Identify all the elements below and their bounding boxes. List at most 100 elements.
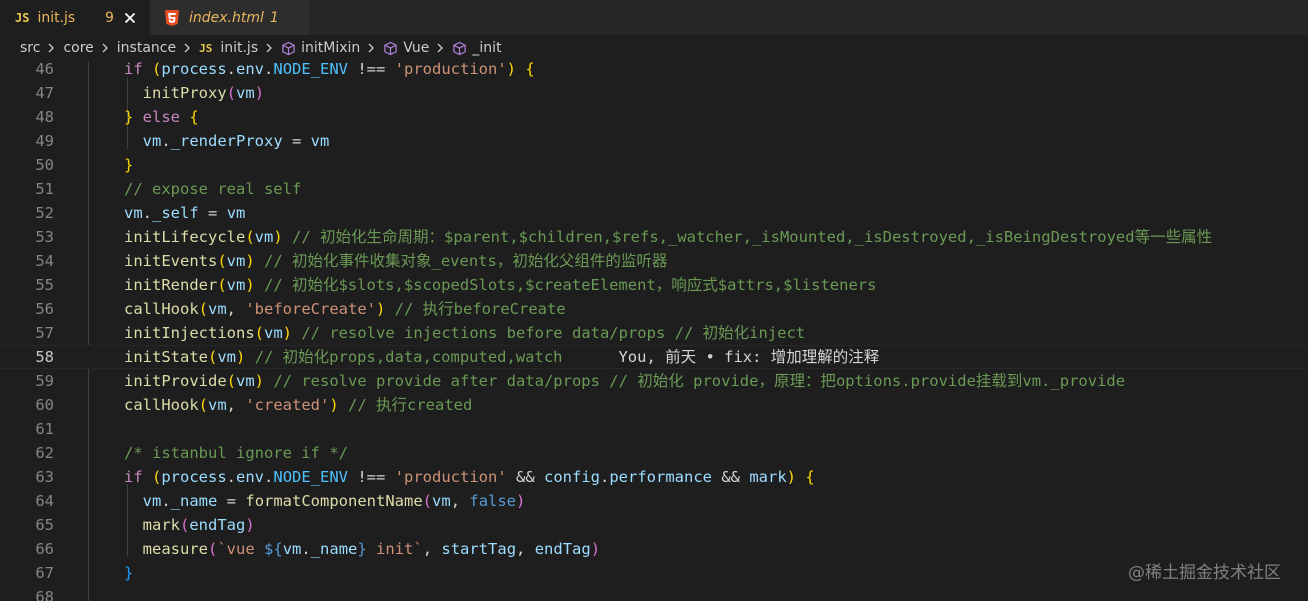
code-token: initProxy [142, 84, 227, 102]
line-code: mark(endTag) [124, 513, 255, 537]
code-token: . [161, 492, 171, 510]
code-line[interactable]: 54 initEvents(vm) // 初始化事件收集对象_events，初始化… [0, 249, 1308, 273]
code-line[interactable]: 60 callHook(vm, 'created') // 执行created [0, 393, 1308, 417]
line-number: 48 [35, 108, 54, 126]
code-line[interactable]: 67} [0, 561, 1308, 585]
breadcrumb-item-vue[interactable]: Vue [403, 40, 429, 56]
line-number: 62 [35, 444, 54, 462]
code-token: _name [170, 492, 218, 510]
code-token: 'production' [394, 61, 507, 78]
code-line[interactable]: 49 vm._renderProxy = vm [0, 129, 1308, 153]
code-line[interactable]: 68 [0, 585, 1308, 601]
code-line[interactable]: 66 measure(`vue ${vm._name} init`, start… [0, 537, 1308, 561]
code-token: ${ [264, 540, 283, 558]
line-number: 59 [35, 372, 54, 390]
code-token: vm [254, 228, 274, 246]
breadcrumb-item-src[interactable]: src [20, 40, 40, 56]
line-code: } [124, 561, 133, 585]
code-line[interactable]: 50} [0, 153, 1308, 177]
code-token: ( [217, 252, 227, 270]
code-token: && [712, 468, 750, 486]
code-token: } [124, 156, 134, 174]
code-line[interactable]: 59 initProvide(vm) // resolve provide aft… [0, 369, 1308, 393]
code-token: env [236, 61, 265, 78]
code-token: vm [124, 204, 143, 222]
code-token: } [357, 540, 367, 558]
code-token: callHook [124, 396, 199, 414]
code-line[interactable]: 48} else { [0, 105, 1308, 129]
tab-index-html[interactable]: index.html 1 [151, 0, 309, 35]
code-token: ) [329, 396, 339, 414]
code-line[interactable]: 65 mark(endTag) [0, 513, 1308, 537]
code-line[interactable]: 64 vm._name = formatComponentName(vm, fa… [0, 489, 1308, 513]
chevron-right-icon [437, 43, 444, 53]
line-number: 57 [35, 324, 54, 342]
code-token: NODE_ENV [273, 468, 349, 486]
code-editor[interactable]: 46 if (process.env.NODE_ENV !== 'producti… [0, 61, 1308, 601]
code-line[interactable]: 47 initProxy(vm) [0, 81, 1308, 105]
code-line[interactable]: 46 if (process.env.NODE_ENV !== 'producti… [0, 61, 1308, 81]
line-number: 53 [35, 228, 54, 246]
code-token: endTag [534, 540, 591, 558]
code-token: vm [282, 540, 302, 558]
javascript-file-icon: JS [199, 41, 213, 55]
breadcrumb-item-init-js[interactable]: init.js [220, 40, 258, 56]
breadcrumb-item-instance[interactable]: instance [117, 40, 176, 56]
breadcrumb-item-core[interactable]: core [63, 40, 93, 56]
code-token: `vue [217, 540, 265, 558]
code-token: , [226, 396, 246, 414]
code-line[interactable]: 52 vm._self = vm [0, 201, 1308, 225]
code-token: // resolve injections before data/props … [292, 324, 806, 342]
editor-tab-bar: JS init.js 9 index.html 1 [0, 0, 1308, 35]
code-line[interactable]: 58 initState(vm) // 初始化props,data,compute… [0, 345, 1308, 369]
tab-init-js[interactable]: JS init.js 9 [0, 0, 150, 35]
code-line[interactable]: 62 /* istanbul ignore if */ [0, 441, 1308, 465]
code-token: ( [198, 300, 208, 318]
code-token: false [469, 492, 517, 510]
code-token: ( [245, 228, 255, 246]
breadcrumb-item-init[interactable]: _init [472, 40, 501, 56]
line-number: 50 [35, 156, 54, 174]
code-token: mark [142, 516, 180, 534]
code-token: ( [422, 492, 433, 510]
code-line[interactable]: 55 initRender(vm) // 初始化$slots,$scopedSlo… [0, 273, 1308, 297]
line-number: 54 [35, 252, 54, 270]
code-token: vm [226, 204, 246, 222]
code-token: else [142, 108, 190, 126]
code-token: startTag [441, 540, 517, 558]
code-token: . [264, 61, 274, 78]
code-token: vm [236, 372, 255, 390]
code-token: ( [208, 540, 218, 558]
code-token: NODE_ENV [273, 61, 349, 78]
watermark: @稀土掘金技术社区 [1128, 563, 1281, 583]
code-token: . [600, 468, 610, 486]
code-line[interactable]: 63 if (process.env.NODE_ENV !== 'producti… [0, 465, 1308, 489]
code-token: ) [273, 228, 283, 246]
code-token: && [506, 468, 544, 486]
code-token: // resolve provide after data/props // 初… [264, 372, 1126, 390]
code-token: // 执行beforeCreate [385, 300, 566, 318]
line-number: 58 [35, 348, 54, 366]
close-icon[interactable] [121, 9, 139, 27]
code-line[interactable]: 57 initInjections(vm) // resolve injectio… [0, 321, 1308, 345]
line-number: 66 [35, 540, 54, 558]
line-number: 47 [35, 84, 54, 102]
code-token: ( [208, 348, 218, 366]
code-token: ( [226, 372, 236, 390]
line-number: 64 [35, 492, 54, 510]
code-token: ( [152, 61, 162, 78]
code-token: vm [236, 84, 255, 102]
code-token: 'production' [394, 468, 507, 486]
code-token: vm [310, 132, 330, 150]
code-token: . [226, 468, 237, 486]
code-token: env [236, 468, 265, 486]
code-line[interactable]: 61 [0, 417, 1308, 441]
code-token: . [301, 540, 311, 558]
code-token: vm [142, 492, 162, 510]
code-line[interactable]: 56 callHook(vm, 'beforeCreate') // 执行befo… [0, 297, 1308, 321]
breadcrumb-item-initmixin[interactable]: initMixin [301, 40, 360, 56]
code-token: init` [366, 540, 423, 558]
code-line[interactable]: 53 initLifecycle(vm) // 初始化生命周期：$parent,$… [0, 225, 1308, 249]
code-line[interactable]: 51 // expose real self [0, 177, 1308, 201]
